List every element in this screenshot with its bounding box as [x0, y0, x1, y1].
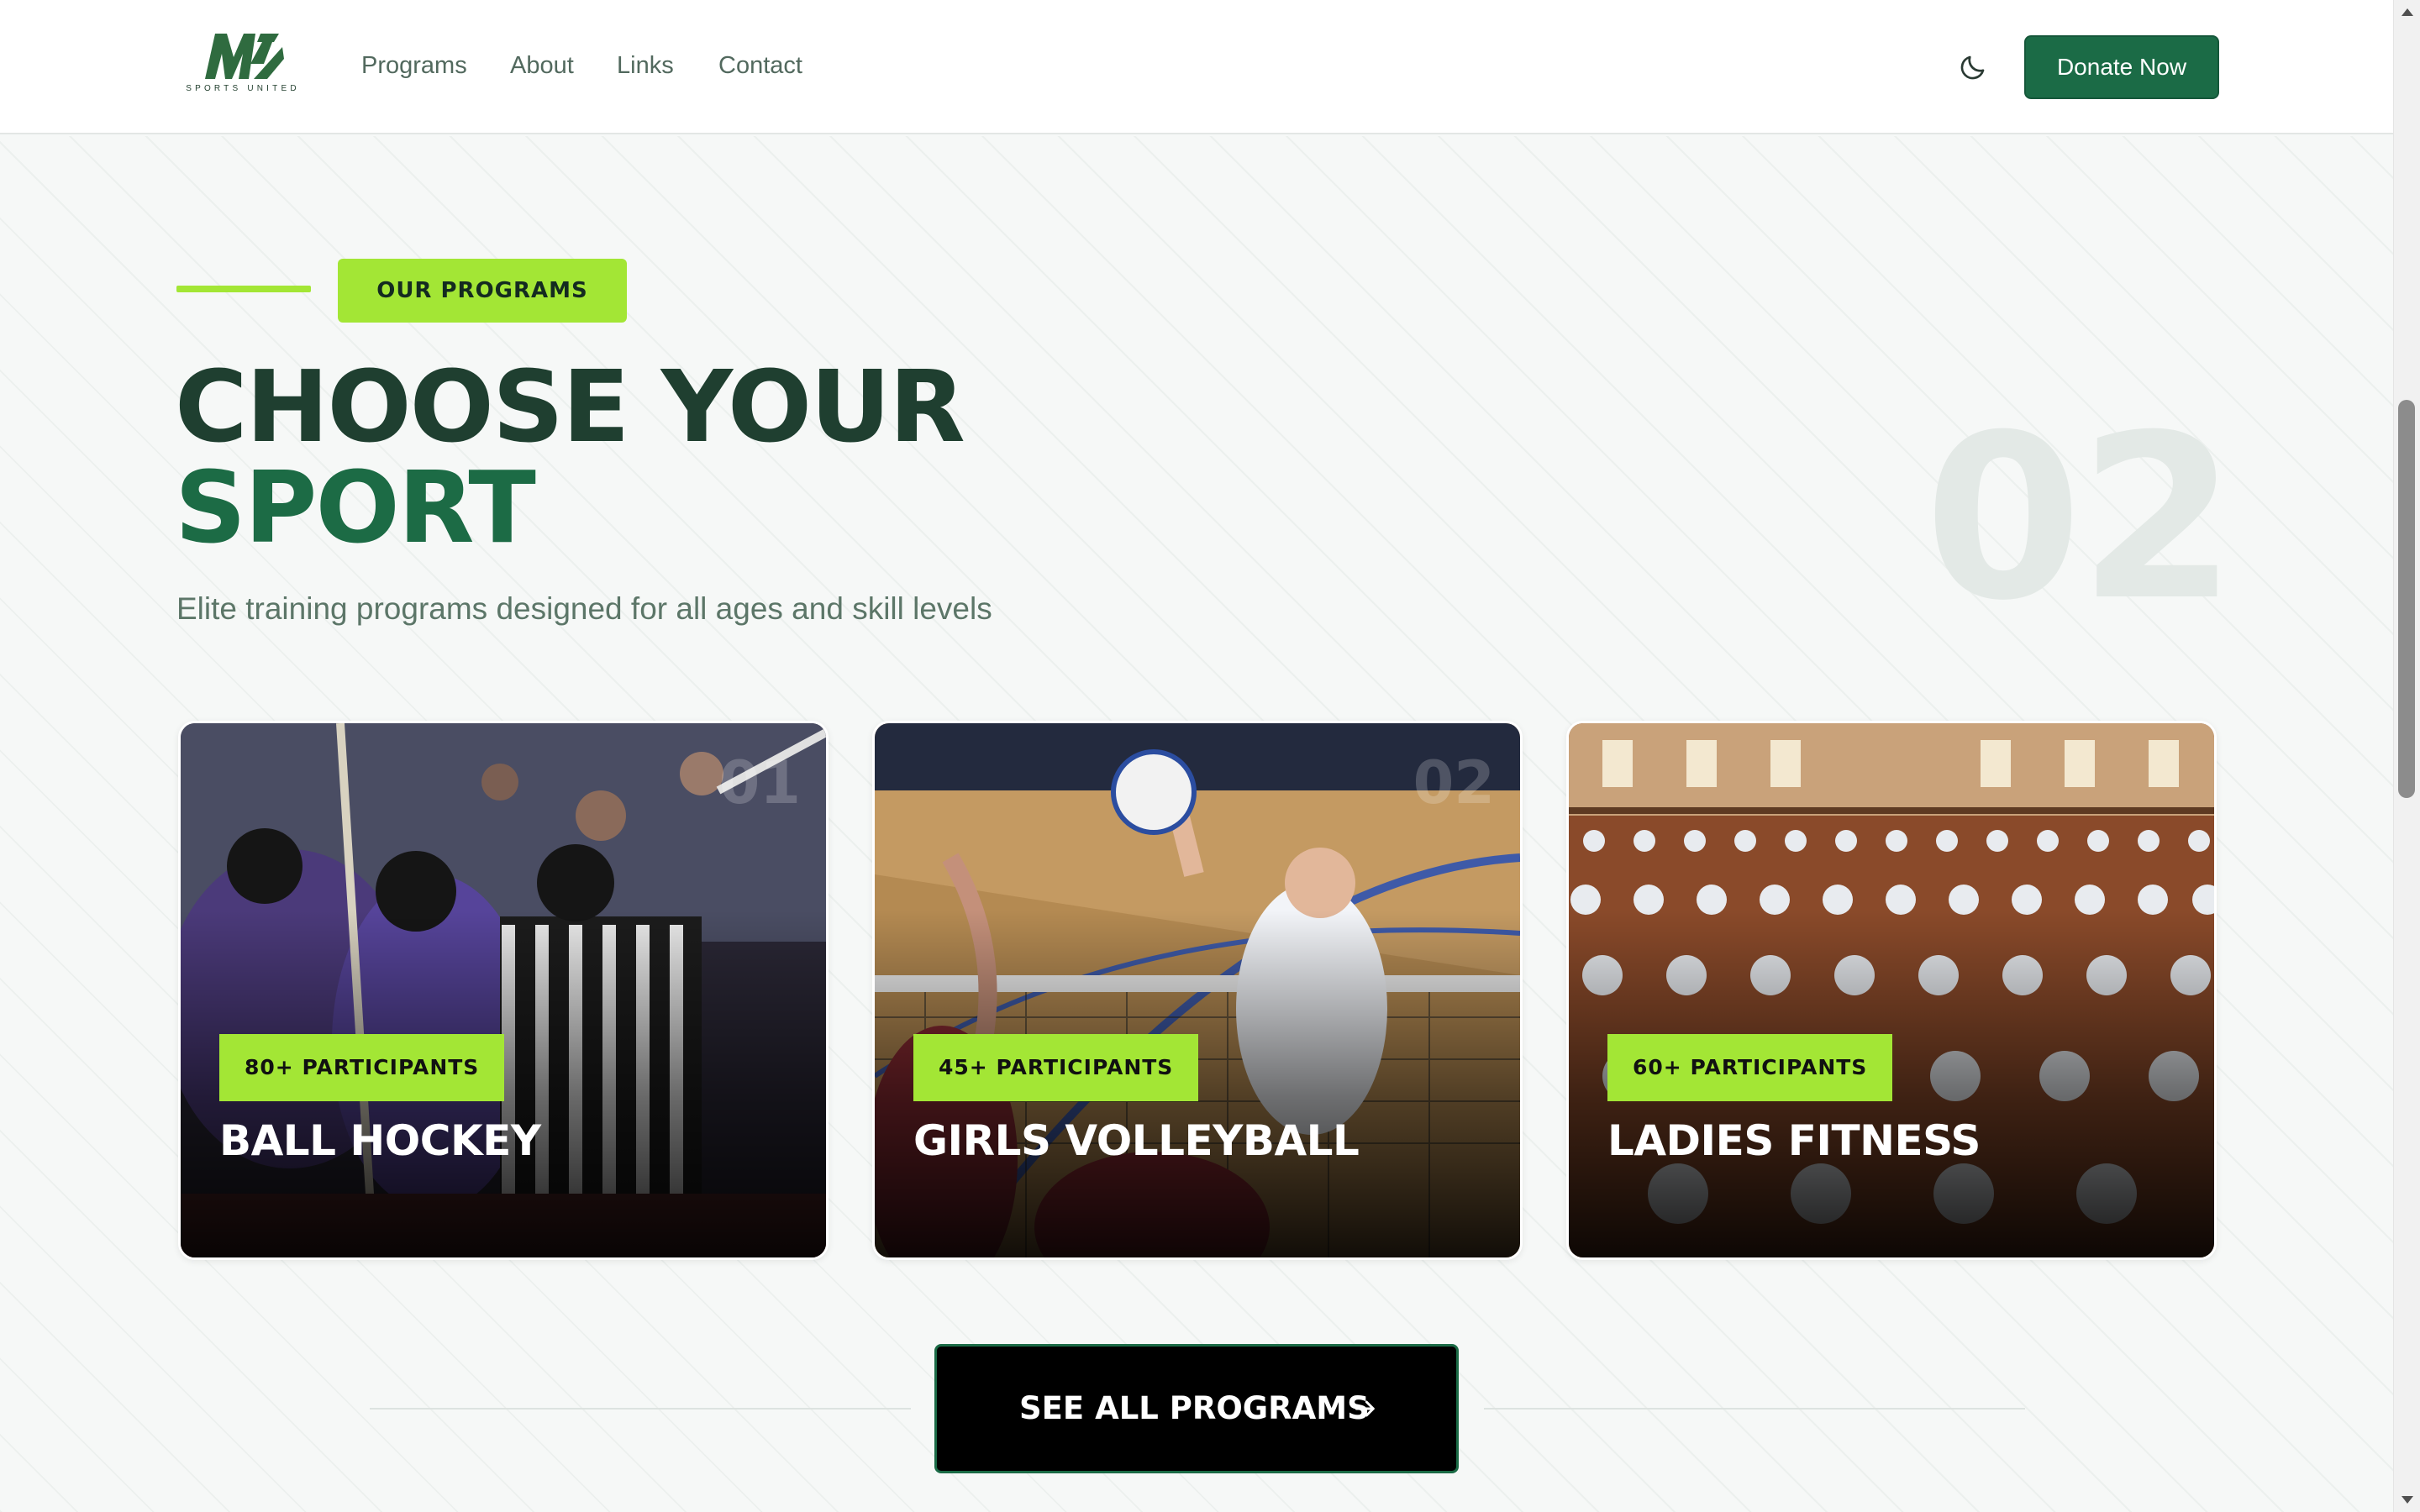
program-card-girls-volleyball[interactable]: 02 45+ PARTICIPANTS GIRLS VOLLEYBALL — [872, 721, 1523, 1260]
card-title: GIRLS VOLLEYBALL — [913, 1116, 1360, 1165]
card-title: BALL HOCKEY — [219, 1116, 541, 1165]
card-gradient-overlay — [1569, 723, 2214, 1257]
logo-mark-icon — [205, 34, 284, 79]
participants-badge: 45+ PARTICIPANTS — [913, 1034, 1199, 1101]
moon-icon — [1960, 55, 1985, 80]
nav-link-programs[interactable]: Programs — [361, 52, 467, 80]
participants-badge: 80+ PARTICIPANTS — [219, 1034, 505, 1101]
nav-link-contact[interactable]: Contact — [718, 52, 802, 80]
scroll-down-arrow-icon[interactable] — [2402, 1496, 2413, 1504]
divider-right — [1484, 1408, 2025, 1410]
section-title-line-1: CHOOSE YOUR — [175, 349, 965, 465]
section-title: CHOOSE YOUR SPORT — [175, 349, 965, 565]
theme-toggle-button[interactable] — [1958, 52, 1988, 82]
logo-text: SPORTS UNITED — [186, 84, 300, 93]
donate-button[interactable]: Donate Now — [2024, 35, 2219, 99]
participants-badge: 60+ PARTICIPANTS — [1607, 1034, 1893, 1101]
divider-left — [370, 1408, 911, 1410]
nav-link-links[interactable]: Links — [617, 52, 674, 80]
eyebrow-accent-line — [176, 286, 311, 292]
card-title: LADIES FITNESS — [1607, 1116, 1981, 1165]
section-eyebrow-badge: OUR PROGRAMS — [338, 259, 627, 323]
section-subtitle: Elite training programs designed for all… — [176, 591, 992, 626]
section-title-line-2: SPORT — [175, 449, 536, 565]
arrow-right-icon — [1355, 1400, 1375, 1417]
nav-link-about[interactable]: About — [510, 52, 574, 80]
programs-section: OUR PROGRAMS CHOOSE YOUR SPORT Elite tra… — [0, 136, 2393, 1512]
card-number: 01 — [718, 748, 801, 817]
program-card-ball-hockey[interactable]: 01 80+ PARTICIPANTS BALL HOCKEY — [178, 721, 829, 1260]
section-number: 02 — [1924, 386, 2237, 650]
site-header: SPORTS UNITED Programs About Links Conta… — [0, 0, 2393, 134]
card-number: 02 — [1413, 748, 1495, 817]
scroll-up-arrow-icon[interactable] — [2402, 8, 2413, 16]
program-card-ladies-fitness[interactable]: 60+ PARTICIPANTS LADIES FITNESS — [1566, 721, 2217, 1260]
scrollbar-thumb[interactable] — [2398, 400, 2415, 798]
site-logo[interactable]: SPORTS UNITED — [178, 30, 308, 97]
see-all-programs-button[interactable]: SEE ALL PROGRAMS — [934, 1344, 1459, 1473]
page-scrollbar[interactable] — [2393, 0, 2420, 1512]
see-all-programs-label: SEE ALL PROGRAMS — [1019, 1390, 1370, 1426]
